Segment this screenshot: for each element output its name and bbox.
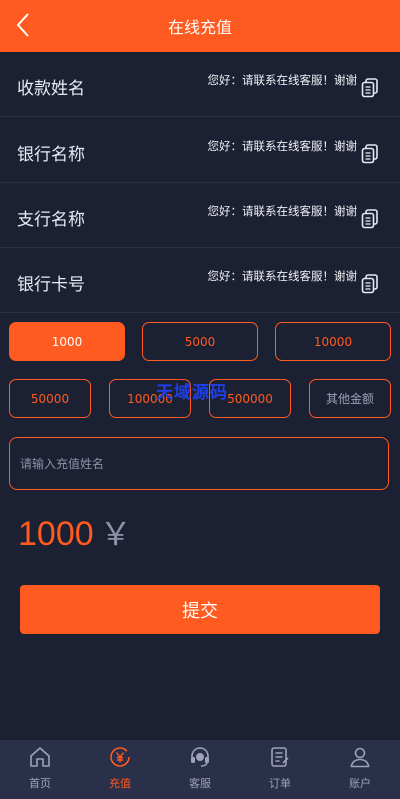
order-icon — [271, 747, 289, 767]
back-button[interactable] — [10, 10, 36, 40]
yuan-icon — [110, 747, 130, 767]
tab-label: 首页 — [29, 777, 51, 790]
submit-button[interactable]: 提交 — [20, 585, 380, 634]
home-icon — [30, 747, 50, 767]
page-title: 在线充值 — [167, 18, 232, 37]
info-value: 您好：请联系在线客服！谢谢 — [207, 73, 358, 87]
info-row-branch-name: 支行名称 您好：请联系在线客服！谢谢 — [0, 183, 400, 248]
tab-label: 订单 — [269, 777, 291, 790]
copy-icon[interactable] — [361, 144, 379, 164]
tab-label: 充值 — [109, 777, 131, 790]
tab-service[interactable]: 客服 — [160, 740, 240, 799]
tab-account[interactable]: 账户 — [320, 740, 400, 799]
tab-label: 客服 — [189, 777, 211, 790]
copy-icon[interactable] — [361, 209, 379, 229]
other-amount-button[interactable]: 其他金额 — [309, 379, 391, 418]
user-icon — [350, 747, 370, 768]
tab-bar: 首页 充值 客服 订单 账户 — [0, 740, 400, 799]
info-label: 支行名称 — [17, 210, 85, 230]
amount-button-10000[interactable]: 10000 — [275, 322, 391, 361]
amount-button-50000[interactable]: 50000 — [9, 379, 91, 418]
info-label: 收款姓名 — [17, 79, 85, 99]
info-row-payee-name: 收款姓名 您好：请联系在线客服！谢谢 — [0, 52, 400, 117]
amount-display: 1000 ￥ — [18, 509, 132, 555]
recharge-name-input[interactable] — [9, 437, 389, 490]
tab-home[interactable]: 首页 — [0, 740, 80, 799]
info-value: 您好：请联系在线客服！谢谢 — [207, 204, 358, 218]
header: 在线充值 — [0, 0, 400, 52]
tab-label: 账户 — [349, 777, 371, 790]
amount-button-5000[interactable]: 5000 — [142, 322, 258, 361]
tab-recharge[interactable]: 充值 — [80, 740, 160, 799]
copy-icon[interactable] — [361, 274, 379, 294]
info-row-bank-name: 银行名称 您好：请联系在线客服！谢谢 — [0, 118, 400, 183]
amount-button-1000[interactable]: 1000 — [9, 322, 125, 361]
info-value: 您好：请联系在线客服！谢谢 — [207, 269, 358, 283]
info-value: 您好：请联系在线客服！谢谢 — [207, 139, 358, 153]
currency-symbol: ￥ — [99, 516, 132, 552]
info-label: 银行名称 — [17, 145, 85, 165]
copy-icon[interactable] — [361, 78, 379, 98]
watermark: 天域源码 — [156, 383, 228, 403]
headset-icon — [191, 747, 209, 767]
chevron-left-icon — [16, 13, 29, 37]
info-row-card-number: 银行卡号 您好：请联系在线客服！谢谢 — [0, 248, 400, 313]
tab-orders[interactable]: 订单 — [240, 740, 320, 799]
info-label: 银行卡号 — [17, 275, 85, 295]
amount-value: 1000 — [18, 515, 94, 553]
